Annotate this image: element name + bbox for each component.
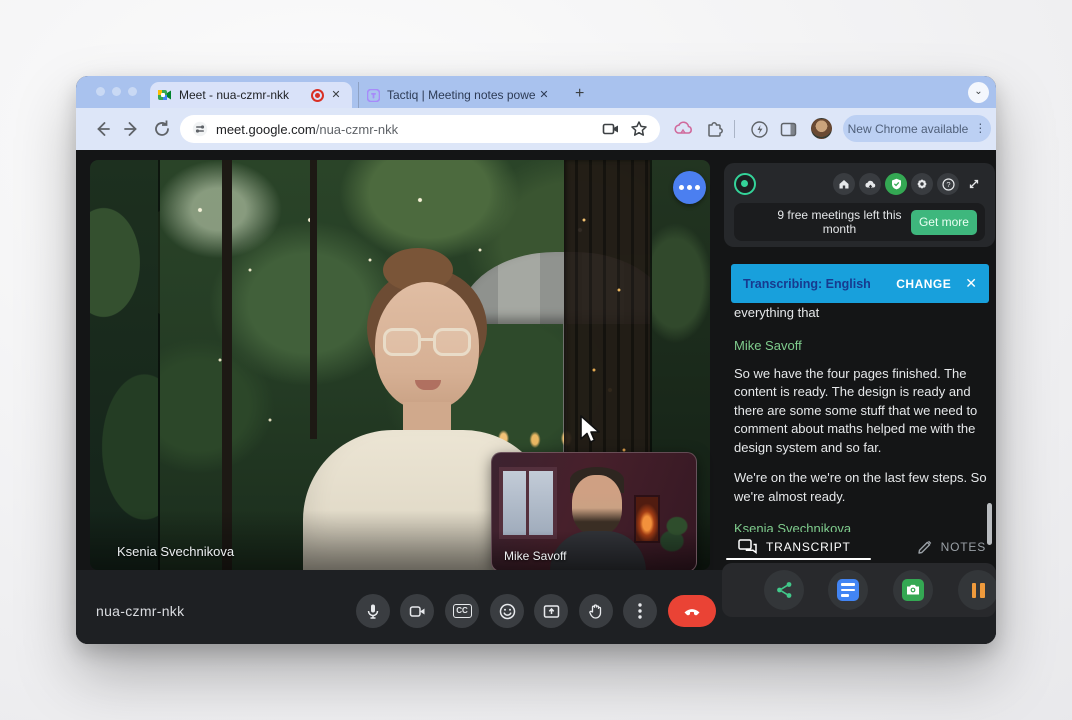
toolbar-divider <box>734 120 735 138</box>
change-language-button[interactable]: CHANGE <box>896 277 951 291</box>
share-button[interactable] <box>764 570 804 610</box>
chrome-update-button[interactable]: New Chrome available ⋮ <box>843 115 991 142</box>
pencil-icon <box>917 539 933 555</box>
tab-transcript-label: TRANSCRIPT <box>766 540 851 554</box>
recorder-extension-icon[interactable] <box>674 120 693 139</box>
settings-gear-icon[interactable] <box>911 173 933 195</box>
pip-window <box>499 467 557 539</box>
transcript-speaker: Ksenia Svechnikova <box>734 521 988 532</box>
tab-transcript[interactable]: TRANSCRIPT <box>738 539 851 556</box>
quota-text: 9 free meetings left this month <box>768 208 911 236</box>
tactiq-panel: ? 9 free meetings left this month Get mo… <box>724 163 995 247</box>
transcribing-banner: Transcribing: English CHANGE ✕ <box>731 264 989 303</box>
svg-text:?: ? <box>946 180 950 189</box>
active-tab-underline <box>726 558 871 560</box>
back-icon[interactable] <box>92 119 112 139</box>
window-close-button[interactable] <box>96 87 105 96</box>
participant-mike <box>572 475 622 535</box>
extensions-puzzle-icon[interactable] <box>705 120 724 139</box>
close-banner-icon[interactable]: ✕ <box>965 275 977 292</box>
chat-bubbles-icon <box>738 539 758 556</box>
cloud-upload-icon[interactable] <box>859 173 881 195</box>
screenshot-button[interactable] <box>893 570 933 610</box>
raise-hand-button[interactable] <box>579 594 613 628</box>
camera-icon <box>902 579 924 601</box>
present-button[interactable] <box>534 594 568 628</box>
tactiq-logo <box>734 173 756 195</box>
bookmark-star-icon[interactable] <box>630 120 648 138</box>
tab-notes[interactable]: NOTES <box>917 539 986 555</box>
battery-saver-icon[interactable] <box>750 120 769 139</box>
browser-menu-icon[interactable]: ⋮ <box>974 124 986 133</box>
browser-toolbar: meet.google.com/nua-czmr-nkk New Chrome … <box>76 108 996 150</box>
side-panel-icon[interactable] <box>779 120 798 139</box>
tab-tactiq[interactable]: Tactiq | Meeting notes powe ✕ <box>358 82 560 108</box>
tab-meet[interactable]: Meet - nua-czmr-nkk ✕ <box>150 82 352 108</box>
meet-activities-button[interactable] <box>673 171 706 204</box>
expand-icon[interactable] <box>963 173 985 195</box>
profile-avatar[interactable] <box>811 118 832 139</box>
quota-banner: 9 free meetings left this month Get more <box>734 203 985 241</box>
tab-strip: Meet - nua-czmr-nkk ✕ Tactiq | Meeting n… <box>76 76 996 108</box>
transcript-text: So we have the four pages finished. The … <box>734 365 988 458</box>
recording-indicator-icon <box>311 89 324 102</box>
browser-window: Meet - nua-czmr-nkk ✕ Tactiq | Meeting n… <box>76 76 996 644</box>
more-options-button[interactable] <box>623 594 657 628</box>
home-icon[interactable] <box>833 173 855 195</box>
tactiq-action-bar <box>722 563 996 617</box>
site-settings-icon[interactable] <box>192 121 208 137</box>
meet-page: Ksenia Svechnikova Mike Savoff nua-czmr-… <box>76 150 996 644</box>
tab-title: Meet - nua-czmr-nkk <box>179 88 307 102</box>
forward-icon[interactable] <box>122 119 142 139</box>
get-more-button[interactable]: Get more <box>911 210 977 235</box>
camera-button[interactable] <box>400 594 434 628</box>
window-minimize-button[interactable] <box>112 87 121 96</box>
tab-close-icon[interactable]: ✕ <box>536 87 552 103</box>
doc-icon <box>837 579 859 601</box>
url-text: meet.google.com/nua-czmr-nkk <box>216 122 592 137</box>
mouse-cursor <box>578 414 602 446</box>
glasses <box>383 328 471 358</box>
address-bar[interactable]: meet.google.com/nua-czmr-nkk <box>180 115 660 143</box>
pause-icon <box>972 583 985 598</box>
pip-name-label: Mike Savoff <box>504 549 566 563</box>
privacy-shield-icon[interactable] <box>885 173 907 195</box>
microphone-button[interactable] <box>356 594 390 628</box>
end-call-button[interactable] <box>668 595 716 627</box>
pip-video-tile[interactable]: Mike Savoff <box>491 452 697 572</box>
meeting-code: nua-czmr-nkk <box>96 603 184 619</box>
captions-button[interactable]: CC <box>445 594 479 628</box>
transcript-text: everything that <box>734 304 988 323</box>
transcript-text: We're on the we're on the last few steps… <box>734 469 988 506</box>
transcript-list[interactable]: everything that Mike Savoff So we have the… <box>734 300 988 532</box>
chrome-update-label: New Chrome available <box>848 122 969 136</box>
video-left-strip <box>90 160 160 570</box>
tactiq-tabs: TRANSCRIPT NOTES <box>724 534 996 560</box>
reload-icon[interactable] <box>152 119 172 139</box>
help-icon[interactable]: ? <box>937 173 959 195</box>
tab-notes-label: NOTES <box>941 540 986 554</box>
tactiq-favicon <box>367 89 380 102</box>
transcript-speaker: Mike Savoff <box>734 338 988 353</box>
tab-search-chevron-icon[interactable]: ⌄ <box>968 82 989 103</box>
window-zoom-button[interactable] <box>128 87 137 96</box>
cc-label: CC <box>453 604 472 618</box>
tab-close-icon[interactable]: ✕ <box>328 87 344 103</box>
pause-recording-button[interactable] <box>958 570 996 610</box>
open-doc-button[interactable] <box>828 570 868 610</box>
door-frame <box>222 160 232 570</box>
camera-in-use-icon[interactable] <box>602 120 620 138</box>
url-path: /nua-czmr-nkk <box>316 122 398 137</box>
reactions-button[interactable] <box>490 594 524 628</box>
tab-title: Tactiq | Meeting notes powe <box>387 88 536 102</box>
transcribing-label: Transcribing: English <box>743 277 871 291</box>
participant-name-label: Ksenia Svechnikova <box>117 544 234 559</box>
new-tab-button[interactable]: + <box>575 85 584 103</box>
meet-favicon <box>158 88 172 102</box>
url-domain: meet.google.com <box>216 122 316 137</box>
